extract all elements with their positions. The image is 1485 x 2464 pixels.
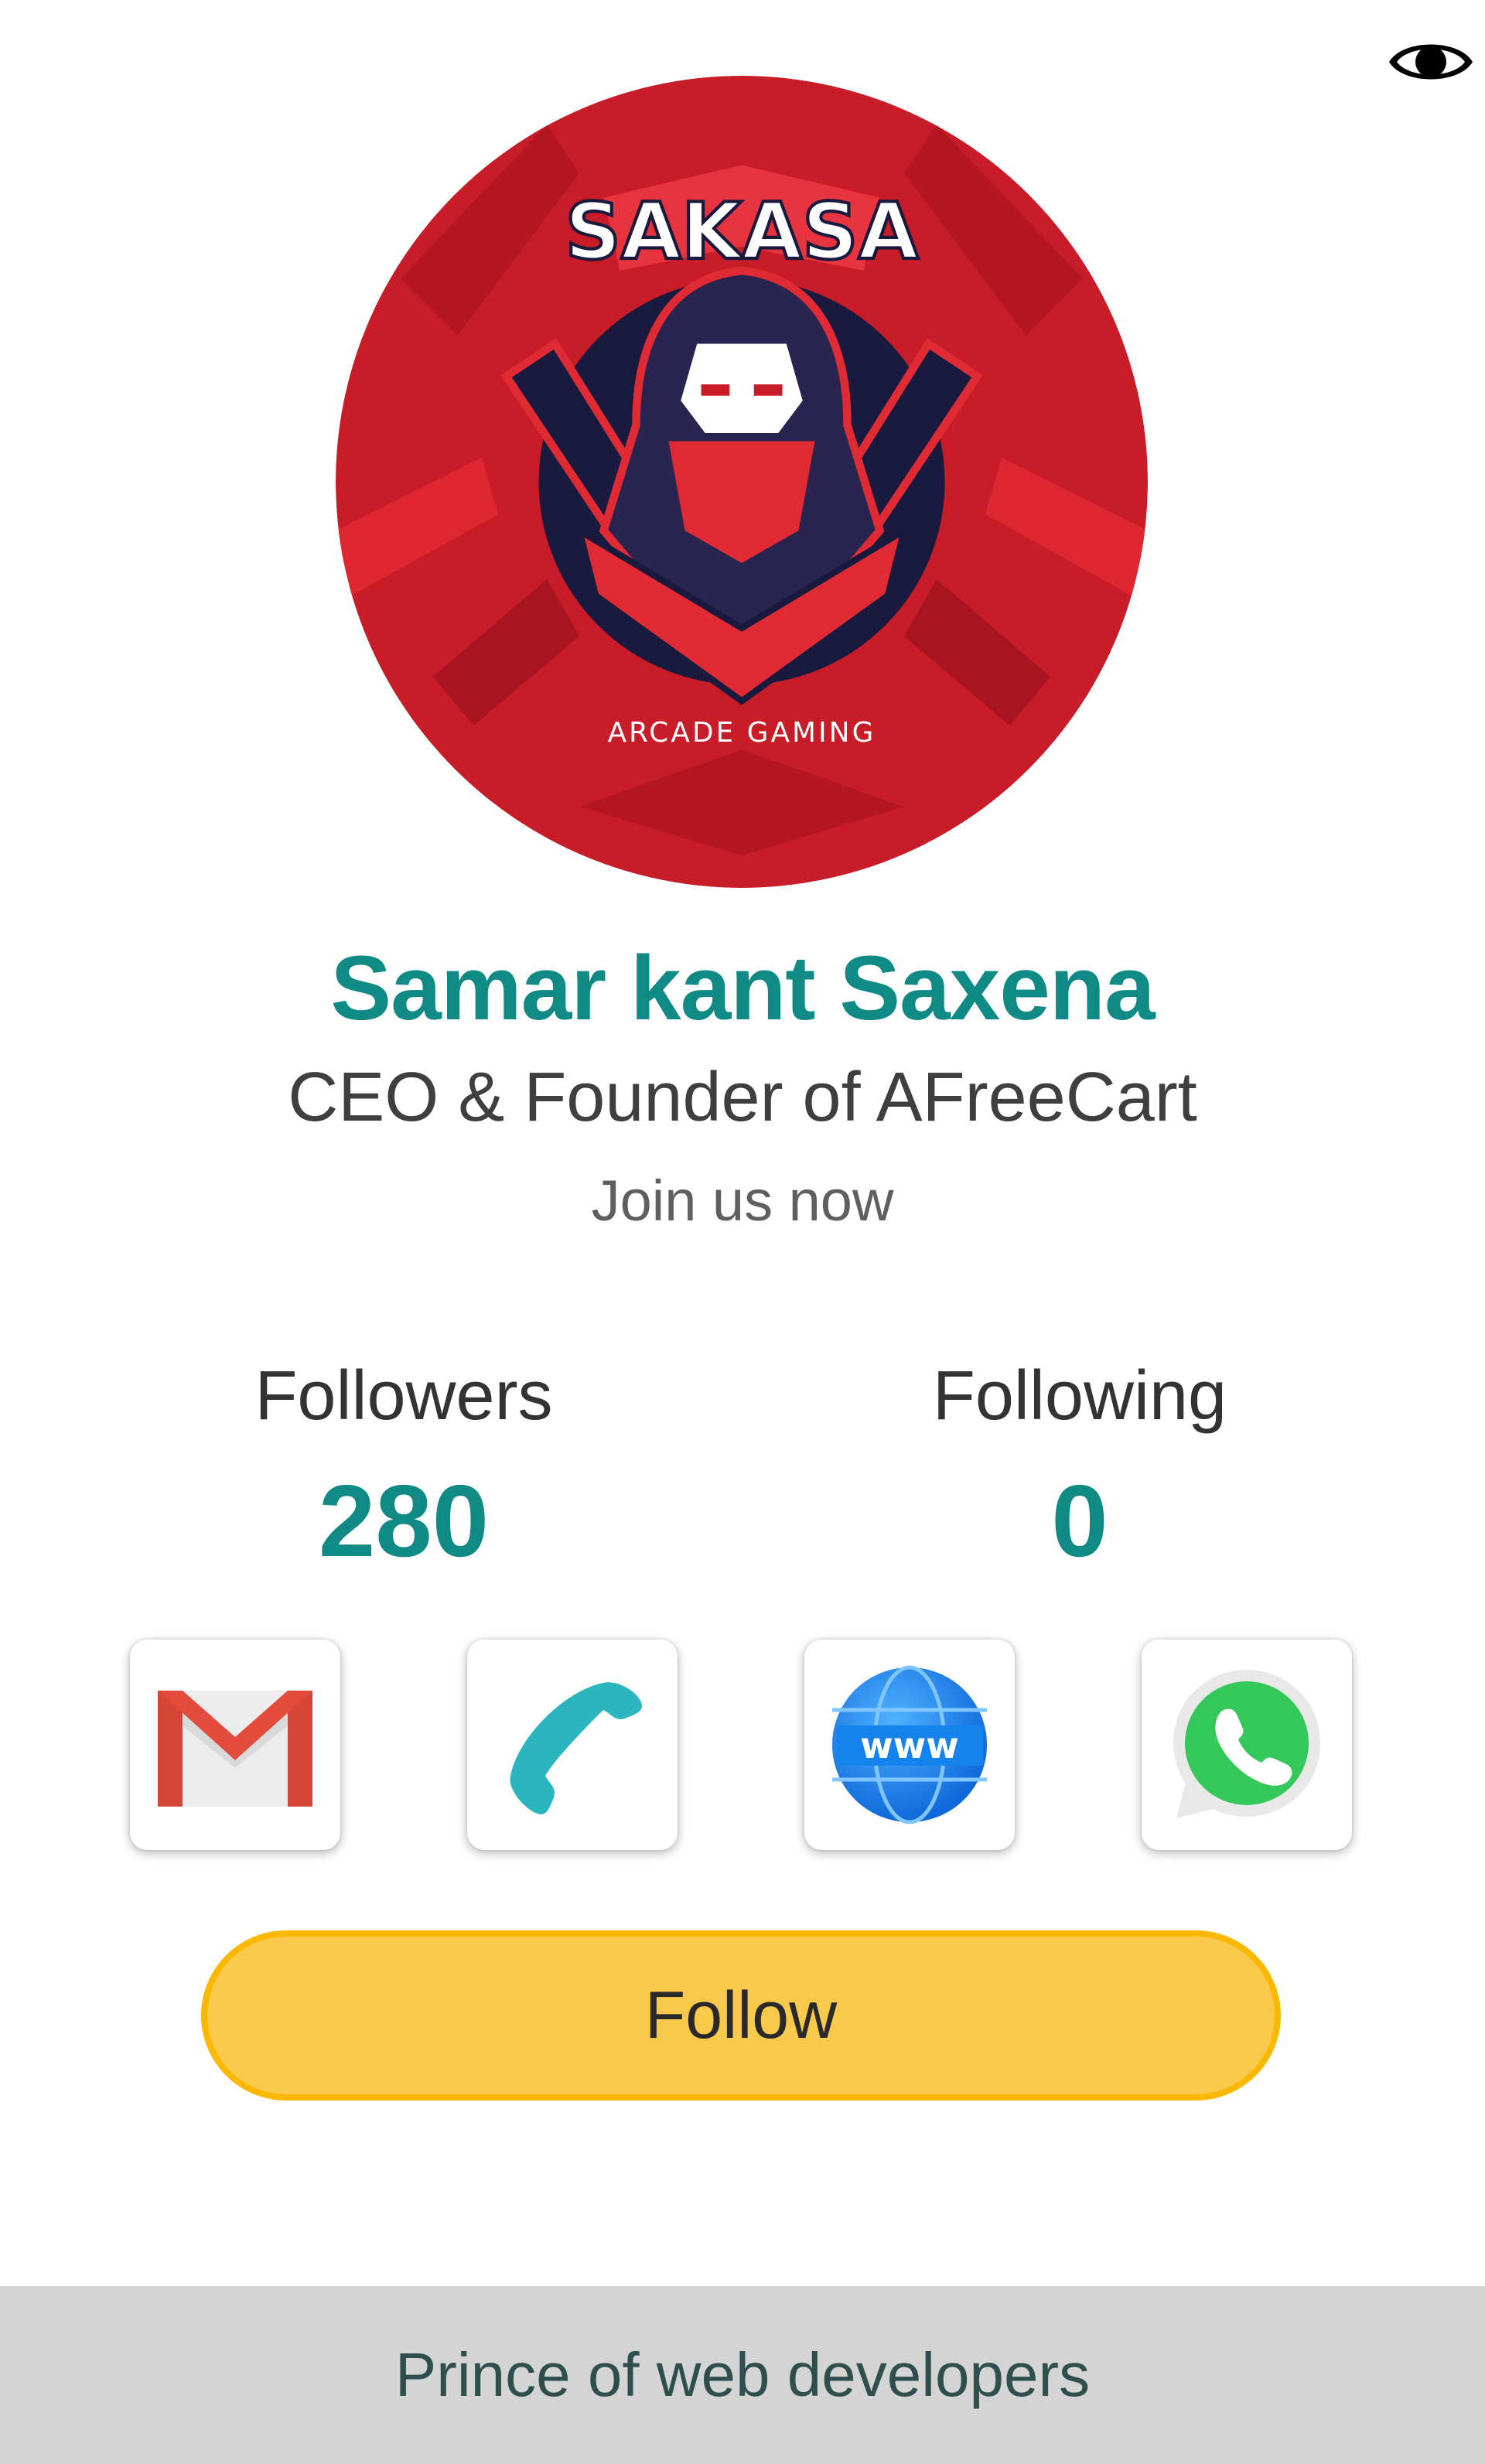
phone-icon	[510, 1682, 642, 1814]
phone-button[interactable]	[467, 1640, 678, 1850]
following-stat[interactable]: Following 0	[809, 1353, 1350, 1587]
footer-banner: Prince of web developers	[0, 2286, 1485, 2464]
visibility-toggle-button[interactable]	[1384, 29, 1477, 94]
profile-avatar: SAKASA ARCADE GAMING	[336, 76, 1148, 888]
whatsapp-icon	[1173, 1670, 1320, 1818]
email-button[interactable]	[130, 1640, 340, 1850]
website-icon-text: www	[860, 1725, 959, 1766]
logo-bottom-text: ARCADE GAMING	[608, 717, 876, 749]
whatsapp-button[interactable]	[1142, 1640, 1352, 1850]
website-icon: www	[832, 1665, 987, 1824]
profile-title: CEO & Founder of AFreeCart	[288, 1059, 1197, 1136]
followers-stat[interactable]: Followers 280	[133, 1353, 674, 1587]
profile-tagline: Join us now	[591, 1169, 894, 1233]
follow-button[interactable]: Follow	[201, 1930, 1281, 2101]
following-label: Following	[932, 1357, 1227, 1435]
followers-label: Followers	[254, 1357, 553, 1435]
gmail-icon	[158, 1691, 312, 1807]
followers-count: 280	[318, 1464, 490, 1578]
following-count: 0	[1051, 1464, 1108, 1578]
profile-name: Samar kant Saxena	[330, 937, 1155, 1039]
eye-icon	[1389, 44, 1473, 80]
sakasa-logo: SAKASA ARCADE GAMING	[336, 76, 1148, 888]
website-button[interactable]: www	[804, 1640, 1015, 1850]
logo-top-text: SAKASA	[565, 186, 918, 277]
